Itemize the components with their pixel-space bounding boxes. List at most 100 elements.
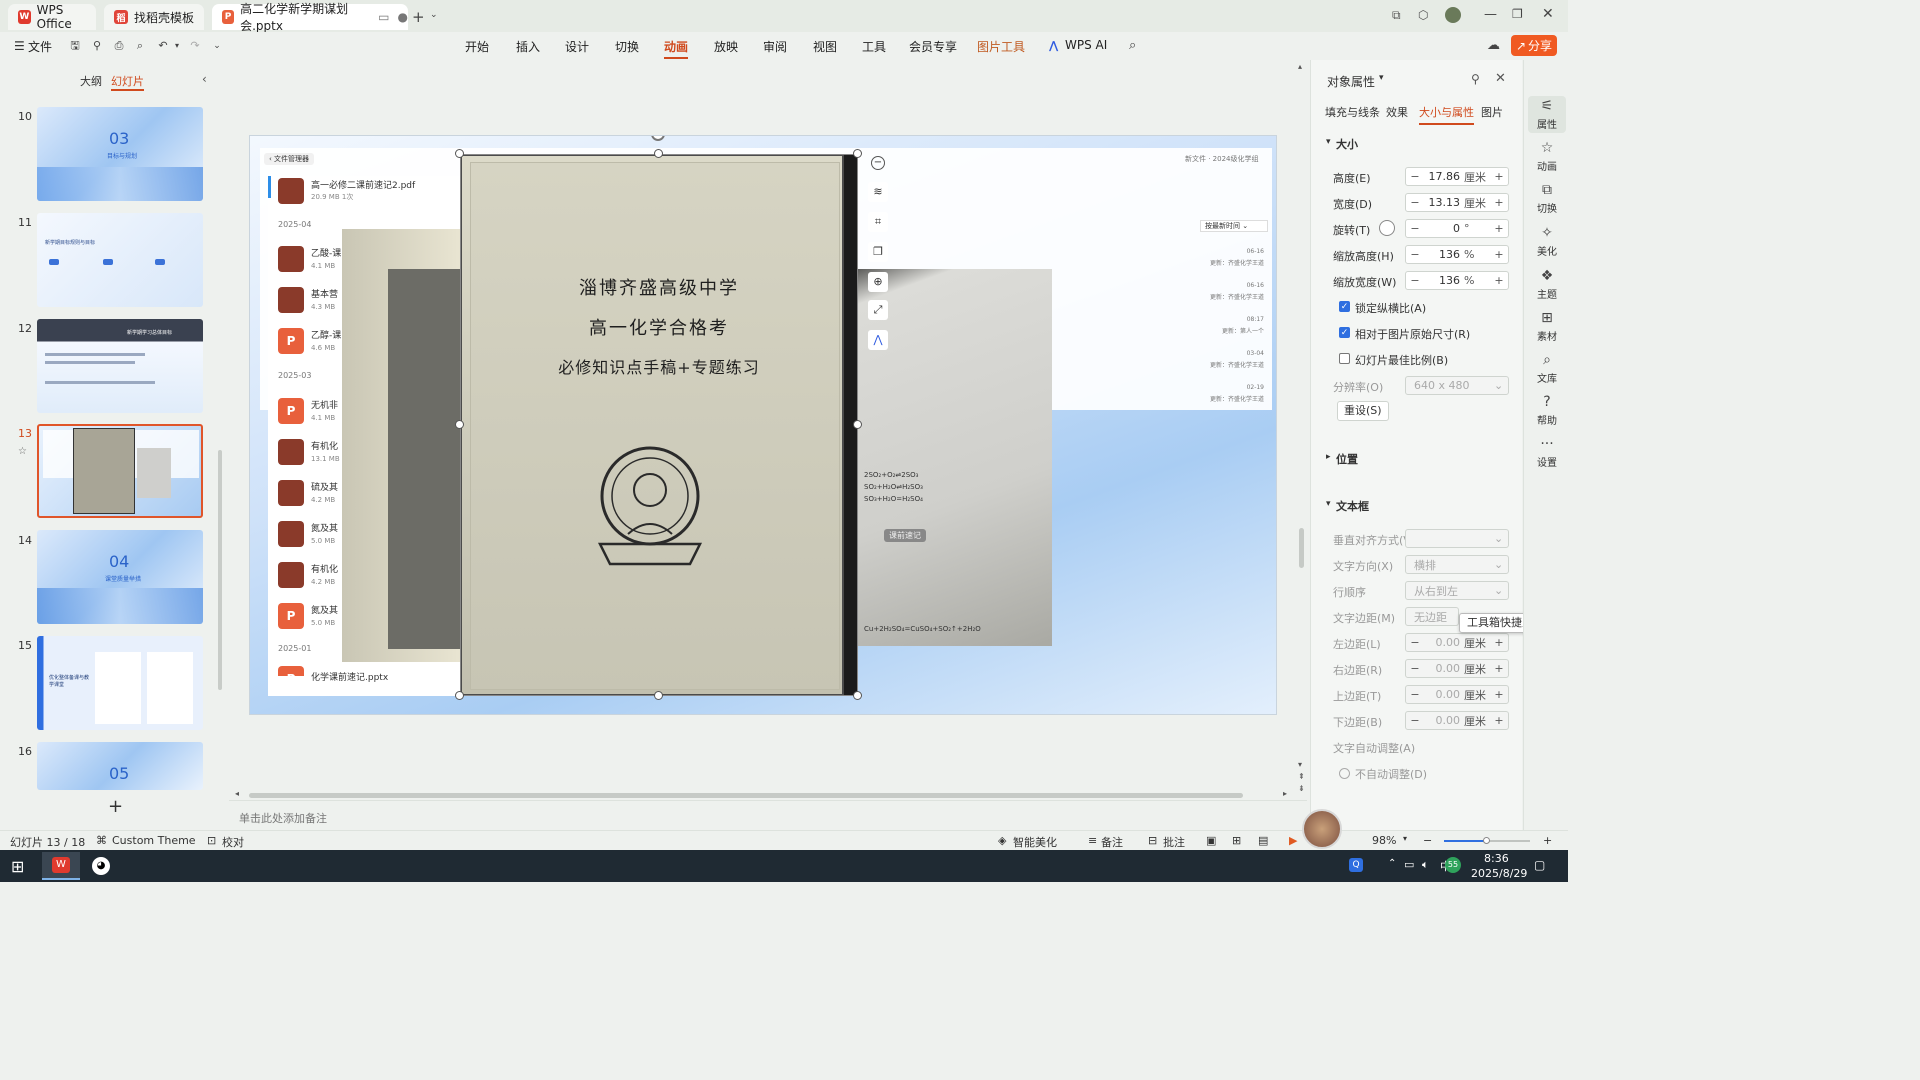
- menu-picture-tools[interactable]: 图片工具: [977, 38, 1025, 55]
- zoom-dropdown-icon[interactable]: ▾: [1403, 834, 1407, 843]
- relative-original-checkbox[interactable]: ✓: [1339, 327, 1350, 338]
- crop-icon[interactable]: ⌗: [868, 212, 888, 232]
- resize-handle-n[interactable]: [654, 149, 663, 158]
- scroll-down-icon[interactable]: ▾: [1298, 760, 1302, 769]
- ai-tool-icon[interactable]: ⋀: [868, 330, 888, 350]
- play-slideshow-icon[interactable]: ▶: [1289, 834, 1297, 847]
- normal-view-icon[interactable]: ▣: [1206, 834, 1216, 847]
- undo-dropdown-icon[interactable]: ▾: [170, 39, 184, 53]
- height-field[interactable]: −17.86 厘米 +: [1405, 167, 1509, 186]
- tray-chevron-icon[interactable]: ⌃: [1388, 858, 1396, 869]
- no-auto-radio[interactable]: [1339, 768, 1350, 779]
- comment-button[interactable]: 批注: [1163, 834, 1185, 850]
- horizontal-scrollbar[interactable]: ◂ ▸: [229, 789, 1289, 799]
- new-tab-plus-icon[interactable]: +: [412, 8, 425, 26]
- rotate-value[interactable]: 0: [1424, 222, 1464, 235]
- collapse-toolbar-icon[interactable]: −: [871, 156, 885, 170]
- section-size[interactable]: 大小: [1336, 136, 1358, 152]
- print-icon[interactable]: ⎙: [112, 39, 126, 53]
- clock-time[interactable]: 8:36: [1484, 852, 1509, 865]
- zoom-slider[interactable]: [1444, 837, 1530, 844]
- top-margin-field[interactable]: −0.00 厘米 +: [1405, 685, 1509, 704]
- menu-animation-active[interactable]: 动画: [664, 38, 689, 59]
- expand-size-icon[interactable]: ▾: [1326, 137, 1331, 147]
- decrement-icon[interactable]: −: [1406, 714, 1424, 727]
- expand-textbox-icon[interactable]: ▾: [1326, 499, 1331, 509]
- notes-button[interactable]: 备注: [1101, 834, 1123, 850]
- zoom-in-icon[interactable]: ⊕: [868, 272, 888, 292]
- decrement-icon[interactable]: −: [1406, 248, 1424, 261]
- tab-fill-line[interactable]: 填充与线条: [1325, 104, 1380, 120]
- menu-home[interactable]: 开始: [465, 38, 489, 55]
- rotate-handle-icon[interactable]: ↻: [651, 136, 665, 141]
- resize-handle-w[interactable]: [455, 420, 464, 429]
- reset-button[interactable]: 重设(S): [1337, 401, 1389, 421]
- notes-placeholder[interactable]: 单击此处添加备注: [239, 810, 327, 826]
- redo-icon[interactable]: ↷: [188, 39, 202, 53]
- right-margin-value[interactable]: 0.00: [1424, 662, 1464, 675]
- decrement-icon[interactable]: −: [1406, 688, 1424, 701]
- slide-thumb-10[interactable]: 03 目标与规划: [37, 107, 203, 201]
- top-margin-value[interactable]: 0.00: [1424, 688, 1464, 701]
- decrement-icon[interactable]: −: [1406, 636, 1424, 649]
- zoom-slider-thumb[interactable]: [1483, 837, 1490, 844]
- tab-effect[interactable]: 效果: [1386, 104, 1408, 120]
- selected-image[interactable]: 淄博齐盛高级中学 高一化学合格考 必修知识点手稿+专题练习: [460, 154, 858, 696]
- windows-start-icon[interactable]: ⊞: [11, 857, 24, 876]
- clock-date[interactable]: 2025/8/29: [1471, 867, 1527, 880]
- rotate-field[interactable]: −0 ° +: [1405, 219, 1509, 238]
- side-btn-settings[interactable]: ··· 设置: [1528, 436, 1566, 469]
- decrement-icon[interactable]: −: [1406, 196, 1424, 209]
- collapse-panel-icon[interactable]: ‹: [202, 72, 207, 86]
- reading-view-icon[interactable]: ▤: [1258, 834, 1268, 847]
- increment-icon[interactable]: +: [1490, 662, 1508, 675]
- more-chevron-icon[interactable]: ⌄: [210, 39, 224, 53]
- save-icon[interactable]: 🖫: [68, 39, 82, 53]
- avatar[interactable]: [1445, 7, 1461, 23]
- line-order-select[interactable]: 从右到左 ⌄: [1405, 581, 1509, 600]
- menu-wps-ai[interactable]: WPS AI: [1065, 38, 1107, 52]
- decrement-icon[interactable]: −: [1406, 274, 1424, 287]
- side-btn-material[interactable]: ⊞ 素材: [1528, 310, 1566, 343]
- expand-position-icon[interactable]: ▸: [1326, 452, 1331, 462]
- left-margin-value[interactable]: 0.00: [1424, 636, 1464, 649]
- side-btn-help[interactable]: ? 帮助: [1528, 394, 1566, 427]
- menu-design[interactable]: 设计: [565, 38, 589, 55]
- increment-icon[interactable]: +: [1490, 714, 1508, 727]
- zoom-in-icon[interactable]: +: [1543, 834, 1552, 847]
- increment-icon[interactable]: +: [1490, 170, 1508, 183]
- taskbar-wps[interactable]: W: [42, 852, 80, 880]
- network-icon[interactable]: ▭: [1404, 858, 1414, 871]
- add-slide-button[interactable]: +: [108, 796, 123, 817]
- rotate-dial-icon[interactable]: [1379, 220, 1395, 236]
- notes-pane[interactable]: 单击此处添加备注: [229, 800, 1307, 830]
- resize-handle-nw[interactable]: [455, 149, 464, 158]
- menu-member[interactable]: 会员专享: [909, 38, 957, 55]
- proofread-button[interactable]: 校对: [222, 834, 244, 850]
- side-btn-transition[interactable]: ⧉ 切换: [1528, 182, 1566, 215]
- zoom-out-icon[interactable]: −: [1423, 834, 1432, 847]
- right-margin-field[interactable]: −0.00 厘米 +: [1405, 659, 1509, 678]
- best-scale-checkbox[interactable]: [1339, 353, 1350, 364]
- notification-icon[interactable]: ▢: [1534, 858, 1545, 872]
- resize-handle-se[interactable]: [853, 691, 862, 700]
- increment-icon[interactable]: +: [1490, 196, 1508, 209]
- side-btn-beautify[interactable]: ✧ 美化: [1528, 225, 1566, 258]
- scroll-up-icon[interactable]: ▴: [1298, 62, 1302, 71]
- slide-thumb-16[interactable]: 05: [37, 742, 203, 790]
- height-value[interactable]: 17.86: [1424, 170, 1464, 183]
- tab-pptx-active[interactable]: P 高二化学新学期谋划会.pptx ▭ ●: [212, 2, 408, 33]
- search-icon[interactable]: ⌕: [1129, 38, 1136, 53]
- zoom-level[interactable]: 98%: [1372, 834, 1396, 847]
- side-btn-properties[interactable]: ⚟ 属性: [1528, 96, 1566, 133]
- tab-docer[interactable]: 稻 找稻壳模板: [104, 4, 204, 30]
- scale-height-field[interactable]: −136% +: [1405, 245, 1509, 264]
- h-scroll-thumb[interactable]: [249, 793, 1243, 798]
- scroll-right-icon[interactable]: ▸: [1283, 789, 1287, 798]
- bottom-margin-value[interactable]: 0.00: [1424, 714, 1464, 727]
- resize-handle-s[interactable]: [654, 691, 663, 700]
- pin-icon[interactable]: ⚲: [1471, 72, 1480, 86]
- slide-thumb-13-selected[interactable]: [37, 424, 203, 518]
- v-scroll-thumb[interactable]: [1299, 528, 1304, 568]
- slide-13[interactable]: ‹ 文件管理器 新文件 · 2024级化学组 按最新时间 ⌄ 高一必修二课前速记…: [249, 135, 1277, 715]
